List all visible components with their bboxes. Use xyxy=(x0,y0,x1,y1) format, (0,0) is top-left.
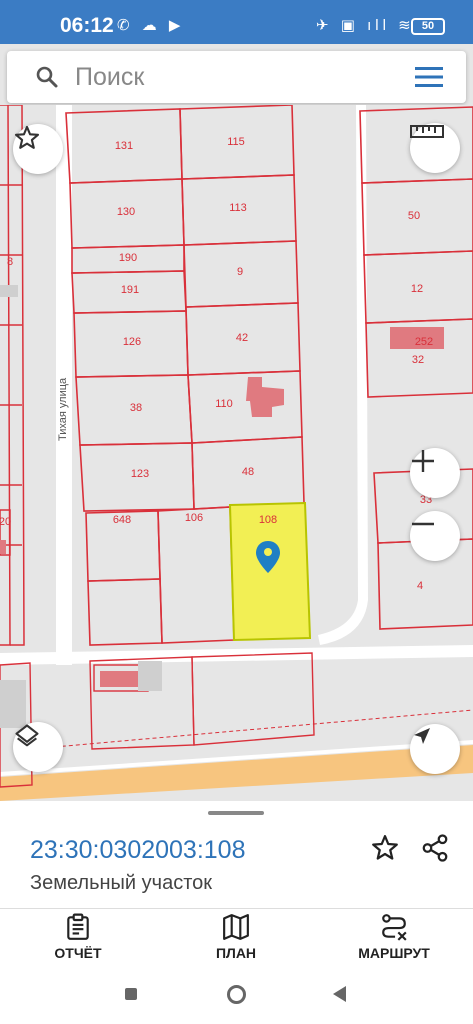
street-label: Тихая улица xyxy=(57,377,69,441)
share-icon[interactable] xyxy=(420,833,450,863)
system-navigation-bar xyxy=(0,966,473,1024)
parcel-label: 648 xyxy=(113,514,131,526)
selected-parcel-label: 108 xyxy=(259,514,277,526)
battery-icon: 50 xyxy=(411,18,445,35)
parcel-label: 126 xyxy=(123,336,141,348)
parcel-label: 20 xyxy=(0,516,11,528)
building xyxy=(100,671,138,687)
clipboard-icon xyxy=(67,913,89,940)
parcel-label: 4 xyxy=(417,580,423,592)
plan-label: ПЛАН xyxy=(215,945,257,961)
map-icon xyxy=(223,914,249,940)
recents-button[interactable] xyxy=(125,988,137,1000)
star-icon xyxy=(14,125,40,149)
parcel-label: 42 xyxy=(236,332,248,344)
measure-button[interactable] xyxy=(410,123,460,173)
notification-icons: ✆ ☁ ▶ xyxy=(117,17,185,34)
report-label: ОТЧЁТ xyxy=(54,945,102,961)
favorites-map-button[interactable] xyxy=(13,124,63,174)
parcel-label: 50 xyxy=(408,210,420,222)
parcel-label: 110 xyxy=(215,398,233,410)
ruler-icon xyxy=(410,125,444,138)
search-icon[interactable] xyxy=(35,65,59,89)
parcel-label: 48 xyxy=(242,466,254,478)
parcel-label: 9 xyxy=(237,266,243,278)
parcel-label: 252 xyxy=(415,336,433,348)
route-button[interactable]: МАРШРУТ xyxy=(348,913,440,969)
divider xyxy=(0,908,473,909)
plan-button[interactable]: ПЛАН xyxy=(200,913,272,969)
search-bar[interactable] xyxy=(7,51,466,103)
search-input[interactable] xyxy=(75,61,375,93)
parcel-label: 123 xyxy=(131,468,149,480)
status-bar: 06:12 ✆ ☁ ▶ ✈ ▣ ıll ≋ 50 xyxy=(0,0,473,44)
layers-icon xyxy=(15,724,39,747)
route-label: МАРШРУТ xyxy=(358,945,430,961)
zoom-out-button[interactable] xyxy=(410,511,460,561)
cadastral-number: 23:30:0302003:108 xyxy=(30,836,246,864)
parcel-label: 115 xyxy=(227,136,245,148)
plus-icon xyxy=(412,450,434,472)
favorite-star-icon[interactable] xyxy=(370,833,400,863)
parcel-label: 106 xyxy=(185,512,203,524)
menu-icon[interactable] xyxy=(415,65,443,89)
status-time: 06:12 xyxy=(60,14,114,37)
parcel-label: 12 xyxy=(411,283,423,295)
system-status-icons: ✈ ▣ ıll ≋ xyxy=(316,17,415,34)
my-location-button[interactable] xyxy=(410,724,460,774)
parcel-label: 131 xyxy=(115,140,133,152)
back-button[interactable] xyxy=(333,986,346,1002)
zoom-in-button[interactable] xyxy=(410,448,460,498)
map-canvas[interactable]: 131 115130 1131909191126 4238 110123 48648 106… xyxy=(0,105,473,801)
route-icon xyxy=(382,914,407,941)
parcel-type: Земельный участок xyxy=(30,872,213,894)
parcel-label: 38 xyxy=(130,402,142,414)
parcel-label: 130 xyxy=(117,206,135,218)
parcel-label: 191 xyxy=(121,284,139,296)
home-button[interactable] xyxy=(227,985,246,1004)
parcel-label: 190 xyxy=(119,252,137,264)
navigation-arrow-icon xyxy=(414,728,430,744)
parcel-label: 8 xyxy=(7,256,13,268)
report-button[interactable]: ОТЧЁТ xyxy=(40,913,116,969)
drag-handle[interactable] xyxy=(208,811,264,815)
layers-button[interactable] xyxy=(13,722,63,772)
minus-icon xyxy=(412,522,434,526)
parcel-label: 113 xyxy=(229,202,247,214)
parcel-label: 32 xyxy=(412,354,424,366)
cadastral-map[interactable]: 131 115 130 113 190 9 191 126 42 38 110 123 48 648 106… xyxy=(0,105,473,801)
